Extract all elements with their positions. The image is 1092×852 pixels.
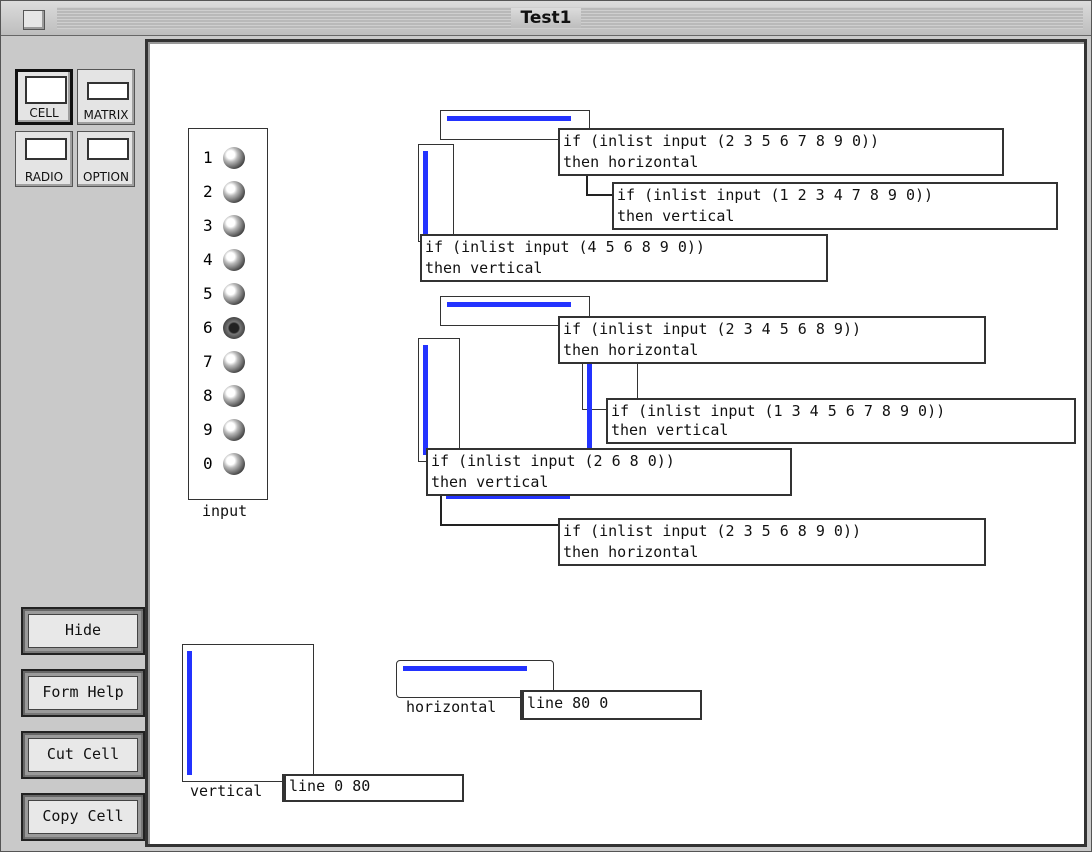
radio-option-0[interactable]: 0: [203, 449, 263, 479]
input-radio-group[interactable]: 1 2 3 4 5 6 7 8 9 0: [188, 128, 268, 500]
radio-button-icon: [223, 453, 245, 475]
copy-cell-button[interactable]: Copy Cell: [21, 793, 145, 841]
window-title: Test1: [1, 8, 1091, 28]
radio-button-icon: [223, 249, 245, 271]
segment-bar: [447, 302, 571, 307]
title-bar[interactable]: Test1: [1, 1, 1091, 36]
tool-option-label: OPTION: [83, 170, 129, 184]
radio-option-4[interactable]: 4: [203, 245, 263, 275]
vertical-cell[interactable]: [182, 644, 314, 782]
radio-option-9[interactable]: 9: [203, 415, 263, 445]
rule-cell[interactable]: if (inlist input (4 5 6 8 9 0)) then vert…: [420, 234, 828, 282]
cell-icon: [25, 76, 67, 104]
tool-matrix-label: MATRIX: [83, 108, 129, 122]
tool-matrix[interactable]: MATRIX: [77, 69, 135, 125]
segment-cell[interactable]: [418, 338, 460, 462]
tool-palette: CELL MATRIX RADIO OPTION Hide Form Help …: [11, 41, 145, 847]
segment-cell[interactable]: [418, 144, 454, 242]
rule-cell[interactable]: if (inlist input (2 3 5 6 7 8 9 0)) then …: [558, 128, 1004, 176]
tool-radio[interactable]: RADIO: [15, 131, 73, 187]
radio-button-icon: [223, 385, 245, 407]
rule-cell[interactable]: if (inlist input (2 3 5 6 8 9 0)) then ho…: [558, 518, 986, 566]
radio-button-icon: [223, 419, 245, 441]
radio-option-3[interactable]: 3: [203, 211, 263, 241]
radio-button-icon: [223, 147, 245, 169]
radio-option-1[interactable]: 1: [203, 143, 263, 173]
tool-radio-label: RADIO: [24, 170, 64, 184]
app-window: Test1 CELL MATRIX RADIO OPTION Hide Form…: [0, 0, 1092, 852]
vertical-formula-field[interactable]: line 0 80: [282, 774, 464, 802]
rule-cell[interactable]: if (inlist input (1 2 3 4 7 8 9 0)) then …: [612, 182, 1058, 230]
rule-cell[interactable]: if (inlist input (2 3 4 5 6 8 9)) then ho…: [558, 316, 986, 364]
radio-icon: [25, 138, 67, 160]
segment-bar: [187, 651, 192, 775]
segment-bar: [423, 151, 428, 235]
radio-button-icon: [223, 181, 245, 203]
segment-bar: [423, 345, 428, 455]
radio-option-6[interactable]: 6: [203, 313, 263, 343]
rule-cell[interactable]: if (inlist input (1 3 4 5 6 7 8 9 0)) the…: [606, 398, 1076, 444]
radio-option-8[interactable]: 8: [203, 381, 263, 411]
form-help-button[interactable]: Form Help: [21, 669, 145, 717]
cut-cell-button[interactable]: Cut Cell: [21, 731, 145, 779]
tool-cell[interactable]: CELL: [15, 69, 73, 125]
radio-button-icon: [223, 283, 245, 305]
radio-button-icon: [223, 351, 245, 373]
radio-option-5[interactable]: 5: [203, 279, 263, 309]
radio-button-selected-icon: [223, 317, 245, 339]
tool-cell-label: CELL: [29, 106, 59, 120]
horizontal-label: horizontal: [406, 698, 497, 716]
rule-cell[interactable]: if (inlist input (2 6 8 0)) then vertical: [426, 448, 792, 496]
input-label: input: [202, 502, 248, 520]
vertical-label: vertical: [190, 782, 263, 800]
segment-bar: [587, 363, 592, 449]
option-icon: [87, 138, 129, 160]
segment-bar: [403, 666, 527, 671]
form-canvas[interactable]: 1 2 3 4 5 6 7 8 9 0 input if (inlist inp…: [145, 39, 1087, 847]
radio-option-7[interactable]: 7: [203, 347, 263, 377]
hide-button[interactable]: Hide: [21, 607, 145, 655]
tool-option[interactable]: OPTION: [77, 131, 135, 187]
horizontal-formula-field[interactable]: line 80 0: [520, 690, 702, 720]
radio-button-icon: [223, 215, 245, 237]
segment-bar: [447, 116, 571, 121]
matrix-icon: [87, 82, 129, 100]
radio-option-2[interactable]: 2: [203, 177, 263, 207]
